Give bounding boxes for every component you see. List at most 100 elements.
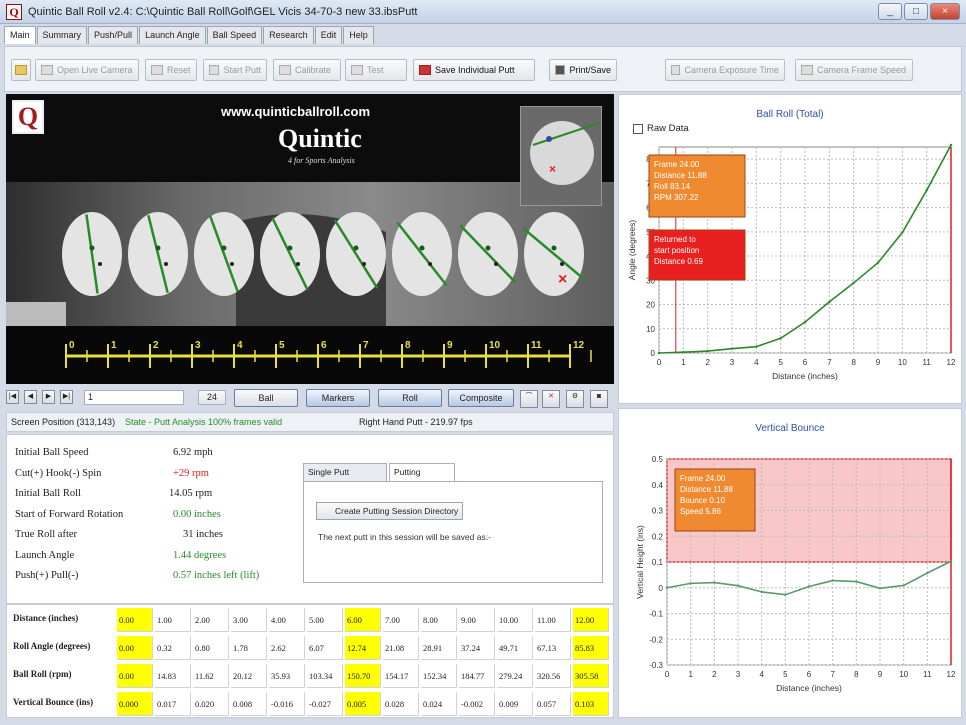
- camera-exposure-time-label: Camera Exposure Time: [684, 65, 779, 75]
- series-point: [779, 337, 782, 340]
- prev-frame-icon[interactable]: ◀: [24, 390, 37, 404]
- test-button[interactable]: Test: [345, 59, 407, 81]
- camera-frame-speed-button[interactable]: Camera Frame Speed: [795, 59, 913, 81]
- x-tick-label: 6: [803, 358, 808, 367]
- metrics-panel: Initial Ball Speed 6.92 mph Cut(+) Hook(-)…: [6, 434, 614, 604]
- series-point: [784, 593, 787, 596]
- grid-cell: 12.00: [573, 608, 609, 632]
- tab-launch-angle[interactable]: Launch Angle: [139, 26, 206, 44]
- camera-icon[interactable]: ◙: [590, 390, 608, 408]
- roll-button[interactable]: Roll: [378, 389, 442, 407]
- minimize-button[interactable]: _: [878, 3, 902, 20]
- composite-button[interactable]: Composite: [448, 389, 514, 407]
- tab-push-pull[interactable]: Push/Pull: [88, 26, 139, 44]
- last-frame-icon[interactable]: ▶|: [60, 390, 73, 404]
- camera-exposure-time-button[interactable]: Camera Exposure Time: [665, 59, 785, 81]
- close-button[interactable]: ×: [930, 3, 960, 20]
- cross-icon[interactable]: ✕: [542, 390, 560, 408]
- grid-cell: 11.00: [535, 608, 571, 632]
- series-point: [831, 579, 834, 582]
- tab-help[interactable]: Help: [343, 26, 374, 44]
- grid-cell: 0.00: [117, 636, 153, 660]
- roll-marker: [287, 245, 293, 251]
- x-tick-label: 1: [688, 670, 693, 679]
- curve-icon[interactable]: ⌒: [520, 390, 538, 408]
- x-tick-label: 2: [712, 670, 717, 679]
- ruler-graphic: 0 1 2 3 4 5 6 7 8 9 10 11 12: [65, 340, 592, 368]
- first-frame-icon[interactable]: |◀: [6, 390, 19, 404]
- x-tick-label: 11: [923, 358, 932, 367]
- series-point: [730, 347, 734, 350]
- y-tick-label: 0: [651, 349, 656, 358]
- series-point: [902, 584, 905, 587]
- y-tick-label: 0.2: [652, 532, 664, 541]
- brand-name: Quintic: [278, 124, 362, 153]
- grid-cell: 1.78: [231, 636, 267, 660]
- putt-info: Right Hand Putt - 219.97 fps: [359, 417, 473, 427]
- ball-dot: [560, 262, 564, 266]
- tab-single-putt-analysis[interactable]: Single Putt Analysis: [303, 463, 387, 493]
- raw-data-checkbox[interactable]: [633, 123, 643, 134]
- print-save-button[interactable]: Print/Save: [549, 59, 617, 81]
- frame-slider[interactable]: 1: [84, 390, 184, 405]
- distance-ruler: 0 1 2 3 4 5 6 7 8 9 10 11 12: [6, 326, 614, 384]
- tab-putting-session[interactable]: Putting Session: [389, 463, 455, 493]
- ruler-label: 2: [153, 340, 159, 351]
- ball-button[interactable]: Ball: [234, 389, 298, 407]
- vertical-bounce-chart: 0 1 2 3 4 5 6 7 8 9 10 11 12-0.3-0.2-0.100.10.20.30.…: [635, 455, 956, 693]
- y-tick-label: 0.5: [652, 455, 664, 464]
- x-tick-label: 1: [681, 358, 686, 367]
- y-tick-label: 0.3: [652, 507, 664, 516]
- save-individual-putt-button[interactable]: Save Individual Putt: [413, 59, 535, 81]
- annotation-line: Bounce 0.10: [680, 496, 725, 505]
- raw-data-toggle[interactable]: Raw Data: [633, 123, 689, 134]
- next-frame-icon[interactable]: ▶: [42, 390, 55, 404]
- reset-button[interactable]: Reset: [145, 59, 197, 81]
- grid-cell: 12.74: [345, 636, 381, 660]
- x-tick-label: 3: [736, 670, 741, 679]
- ruler-label: 7: [363, 340, 369, 351]
- calibrate-button[interactable]: Calibrate: [273, 59, 341, 81]
- x-tick-label: 7: [827, 358, 832, 367]
- start-putt-button[interactable]: Start Putt: [203, 59, 267, 81]
- grid-cell: 0.32: [155, 636, 191, 660]
- ruler-label: 4: [237, 340, 243, 351]
- grid-cell: 0.005: [345, 692, 381, 716]
- annotation-line: Speed 5.86: [680, 507, 721, 516]
- grid-cell: 6.07: [307, 636, 343, 660]
- series-point: [760, 590, 763, 594]
- x-tick-label: 10: [898, 358, 907, 367]
- grid-row-label: Ball Roll (rpm): [13, 669, 72, 679]
- series-point: [855, 580, 858, 583]
- grid-cell: 28.91: [421, 636, 457, 660]
- tab-ball-speed[interactable]: Ball Speed: [206, 26, 263, 44]
- y-tick-label: -0.1: [649, 610, 663, 619]
- video-composite[interactable]: Q www.quinticballroll.com Quintic 4 for …: [6, 94, 614, 384]
- create-putting-session-directory-button[interactable]: Create Putting Session Directory: [316, 502, 464, 520]
- settings-icon[interactable]: ⚙: [566, 390, 584, 408]
- window-title: Quintic Ball Roll v2.4: C:\Quintic Ball …: [28, 5, 418, 18]
- ruler-label: 9: [447, 340, 453, 351]
- grid-cell: 9.00: [459, 608, 495, 632]
- metric-label: Start of Forward Rotation: [15, 508, 124, 520]
- annotation-line: Roll 83.14: [654, 182, 691, 191]
- inset-marker: [546, 136, 552, 142]
- exposure-icon: [671, 65, 681, 75]
- tab-research[interactable]: Research: [263, 26, 314, 44]
- putting-session-panel: Create Putting Session Directory The nex…: [303, 481, 603, 583]
- ball-dot: [494, 262, 498, 266]
- open-live-camera-button[interactable]: Open Live Camera: [35, 59, 139, 81]
- markers-button[interactable]: Markers: [306, 389, 370, 407]
- grid-cell: 37.24: [459, 636, 495, 660]
- ruler-label: 6: [321, 340, 327, 351]
- tab-main[interactable]: Main: [4, 26, 36, 44]
- grid-cell: 0.000: [117, 692, 153, 716]
- series-point: [901, 231, 904, 234]
- folder-icon[interactable]: [11, 59, 31, 81]
- tab-edit[interactable]: Edit: [314, 26, 343, 44]
- maximize-button[interactable]: □: [904, 3, 928, 20]
- grid-cell: -0.027: [307, 692, 343, 716]
- frame-number[interactable]: 24: [198, 390, 226, 405]
- screen-position: Screen Position (313,143): [11, 417, 116, 427]
- tab-summary[interactable]: Summary: [36, 26, 88, 44]
